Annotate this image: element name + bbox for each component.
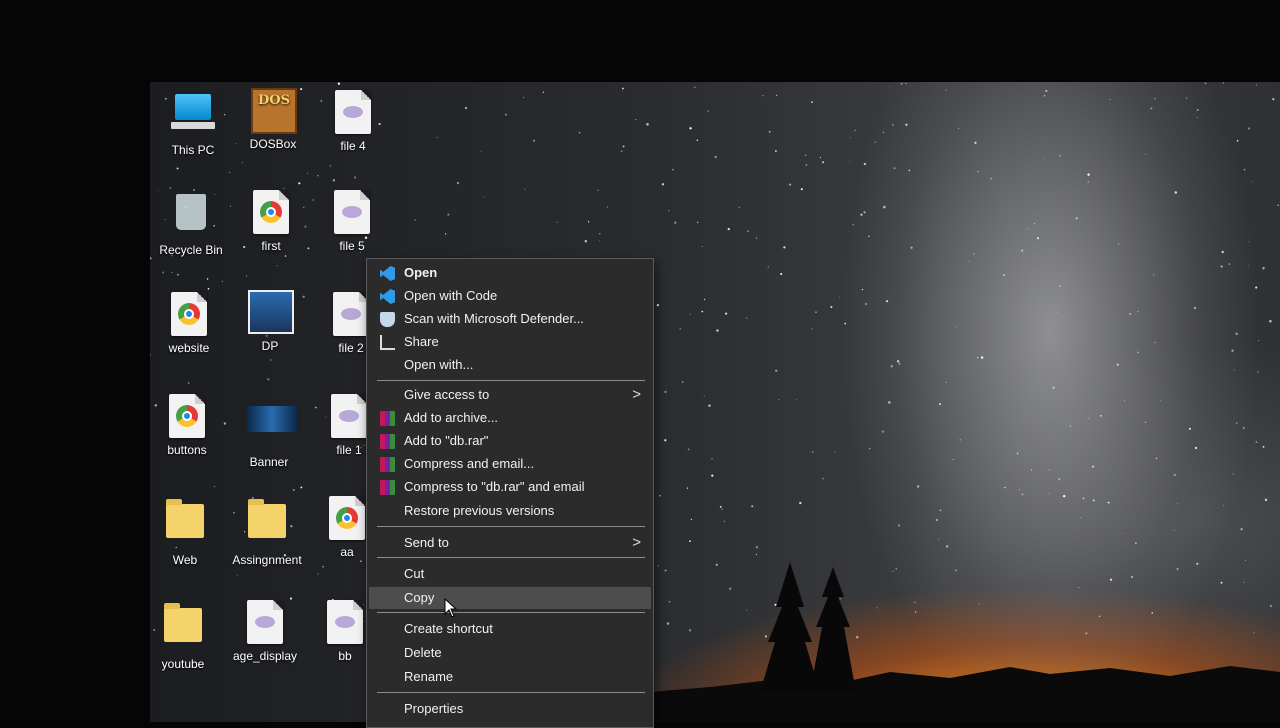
desktop-icon-first[interactable]: first bbox=[232, 190, 310, 253]
share-icon bbox=[380, 335, 395, 350]
folder-icon bbox=[245, 499, 289, 550]
desktop-icon-website[interactable]: website bbox=[150, 292, 228, 355]
menu-item-compress-and-email[interactable]: Compress and email... bbox=[369, 453, 651, 475]
context-menu: Open Open with Code Scan with Microsoft … bbox=[366, 258, 654, 728]
image-icon bbox=[248, 290, 294, 336]
php-file-icon bbox=[243, 600, 287, 646]
desktop-icon-dp[interactable]: DP bbox=[231, 290, 309, 353]
vscode-icon bbox=[380, 266, 395, 281]
php-file-icon bbox=[331, 90, 375, 136]
menu-separator bbox=[377, 557, 645, 558]
chrome-file-icon bbox=[167, 292, 211, 338]
banner-image-icon bbox=[247, 406, 297, 452]
menu-item-delete[interactable]: Delete bbox=[369, 642, 651, 664]
chrome-file-icon bbox=[165, 394, 209, 440]
menu-item-copy[interactable]: Copy bbox=[369, 587, 651, 609]
pc-icon bbox=[171, 94, 215, 140]
desktop-icon-web[interactable]: Web bbox=[150, 498, 224, 567]
chevron-right-icon: > bbox=[632, 386, 641, 403]
winrar-icon bbox=[380, 411, 395, 426]
desktop-icon-file-5[interactable]: file 5 bbox=[313, 190, 391, 253]
menu-item-cut[interactable]: Cut bbox=[369, 563, 651, 585]
winrar-icon bbox=[380, 457, 395, 472]
menu-item-open-with[interactable]: Open with... bbox=[369, 354, 651, 376]
menu-item-send-to[interactable]: Send to > bbox=[369, 532, 651, 554]
folder-icon bbox=[161, 603, 205, 654]
menu-item-add-to-archive[interactable]: Add to archive... bbox=[369, 407, 651, 429]
desktop-icon-youtube[interactable]: youtube bbox=[150, 602, 222, 671]
desktop-icon-buttons[interactable]: buttons bbox=[150, 394, 226, 457]
mouse-cursor-icon bbox=[444, 598, 458, 618]
menu-item-open[interactable]: Open bbox=[369, 262, 651, 284]
menu-item-give-access-to[interactable]: Give access to > bbox=[369, 384, 651, 406]
desktop-icon-this-pc[interactable]: This PC bbox=[154, 90, 232, 157]
dosbox-icon: DOS bbox=[251, 88, 297, 134]
menu-item-properties[interactable]: Properties bbox=[369, 698, 651, 720]
menu-item-create-shortcut[interactable]: Create shortcut bbox=[369, 618, 651, 640]
menu-item-open-with-code[interactable]: Open with Code bbox=[369, 285, 651, 307]
desktop-icon-file-4[interactable]: file 4 bbox=[314, 90, 392, 153]
php-file-icon bbox=[330, 190, 374, 236]
chrome-file-icon bbox=[249, 190, 293, 236]
php-file-icon bbox=[327, 394, 371, 440]
menu-separator bbox=[377, 526, 645, 527]
menu-separator bbox=[377, 380, 645, 381]
defender-shield-icon bbox=[380, 312, 395, 327]
desktop-screen: This PC Recycle Bin website buttons Web … bbox=[150, 82, 1280, 722]
menu-item-share[interactable]: Share bbox=[369, 331, 651, 353]
menu-item-scan-defender[interactable]: Scan with Microsoft Defender... bbox=[369, 308, 651, 330]
chrome-file-icon bbox=[325, 496, 369, 542]
folder-icon bbox=[163, 499, 207, 550]
desktop-icon-dosbox[interactable]: DOS DOSBox bbox=[234, 88, 312, 151]
php-file-icon bbox=[323, 600, 367, 646]
chevron-right-icon: > bbox=[632, 534, 641, 551]
desktop-icon-age-display[interactable]: age_display bbox=[226, 600, 304, 663]
menu-item-add-to-db-rar[interactable]: Add to "db.rar" bbox=[369, 430, 651, 452]
vscode-icon bbox=[380, 289, 395, 304]
desktop-icon-recycle-bin[interactable]: Recycle Bin bbox=[152, 190, 230, 257]
menu-item-restore-previous-versions[interactable]: Restore previous versions bbox=[369, 500, 651, 522]
desktop-icon-assingnment[interactable]: Assingnment bbox=[228, 498, 306, 567]
menu-item-rename[interactable]: Rename bbox=[369, 666, 651, 688]
winrar-icon bbox=[380, 480, 395, 495]
recycle-bin-icon bbox=[169, 194, 213, 240]
desktop-icon-banner[interactable]: Banner bbox=[230, 394, 308, 469]
winrar-icon bbox=[380, 434, 395, 449]
menu-separator bbox=[377, 692, 645, 693]
menu-item-compress-to-db-rar-email[interactable]: Compress to "db.rar" and email bbox=[369, 476, 651, 498]
menu-separator bbox=[377, 612, 645, 613]
